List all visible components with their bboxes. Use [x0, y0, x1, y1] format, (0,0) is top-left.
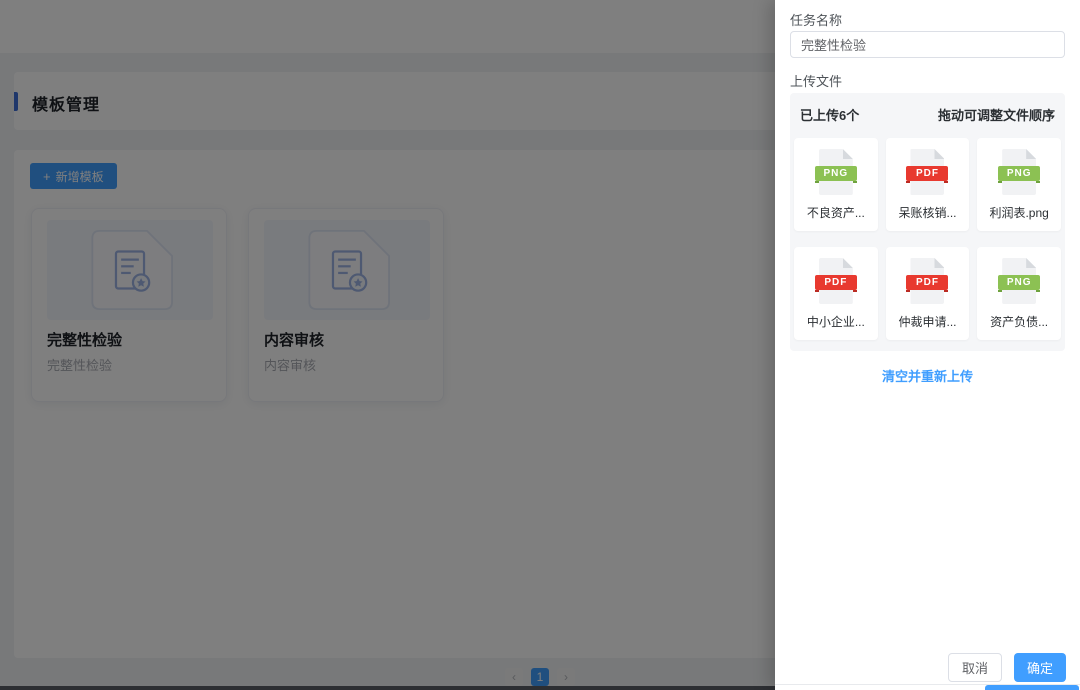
app-root: 模板管理 + 新增模板 完整性检验 完整性检验: [0, 0, 1080, 690]
file-type-icon: PDF: [816, 258, 856, 304]
file-type-badge: PNG: [815, 166, 857, 181]
file-card-3[interactable]: PNG 利润表.png: [977, 138, 1061, 231]
upload-panel-header: 已上传6个 拖动可调整文件顺序: [790, 105, 1065, 124]
drawer-footer: 取消 确定: [948, 653, 1066, 682]
file-type-badge: PDF: [906, 275, 948, 290]
file-type-badge: PDF: [906, 166, 948, 181]
file-card-1[interactable]: PNG 不良资产...: [794, 138, 878, 231]
upload-panel: 已上传6个 拖动可调整文件顺序 PNG 不良资产... P: [790, 93, 1065, 351]
file-name: 呆账核销...: [898, 204, 956, 221]
file-type-badge: PNG: [998, 275, 1040, 290]
file-grid: PNG 不良资产... PDF 呆账核销...: [794, 138, 1061, 340]
task-name-label: 任务名称: [790, 10, 842, 29]
file-type-icon: PNG: [999, 149, 1039, 195]
uploaded-count-text: 已上传6个: [800, 105, 859, 124]
confirm-button[interactable]: 确定: [1014, 653, 1066, 682]
file-type-icon: PNG: [999, 258, 1039, 304]
file-name: 仲裁申请...: [898, 313, 956, 330]
task-drawer: 任务名称 上传文件 已上传6个 拖动可调整文件顺序 PNG 不良资产...: [775, 0, 1080, 690]
file-card-6[interactable]: PNG 资产负债...: [977, 247, 1061, 340]
file-card-5[interactable]: PDF 仲裁申请...: [886, 247, 970, 340]
upload-files-label: 上传文件: [790, 71, 842, 90]
file-card-4[interactable]: PDF 中小企业...: [794, 247, 878, 340]
file-type-badge: PNG: [998, 166, 1040, 181]
file-name: 利润表.png: [989, 204, 1048, 221]
task-name-input[interactable]: [790, 31, 1065, 58]
file-name: 不良资产...: [807, 204, 865, 221]
file-name: 中小企业...: [807, 313, 865, 330]
file-type-badge: PDF: [815, 275, 857, 290]
file-name: 资产负债...: [990, 313, 1048, 330]
cancel-button[interactable]: 取消: [948, 653, 1002, 682]
file-type-icon: PDF: [907, 258, 947, 304]
clear-and-reupload-link[interactable]: 清空并重新上传: [775, 366, 1080, 385]
file-card-2[interactable]: PDF 呆账核销...: [886, 138, 970, 231]
file-type-icon: PDF: [907, 149, 947, 195]
drag-hint-text: 拖动可调整文件顺序: [938, 105, 1055, 124]
file-type-icon: PNG: [816, 149, 856, 195]
partial-confirm-button[interactable]: [985, 685, 1079, 690]
